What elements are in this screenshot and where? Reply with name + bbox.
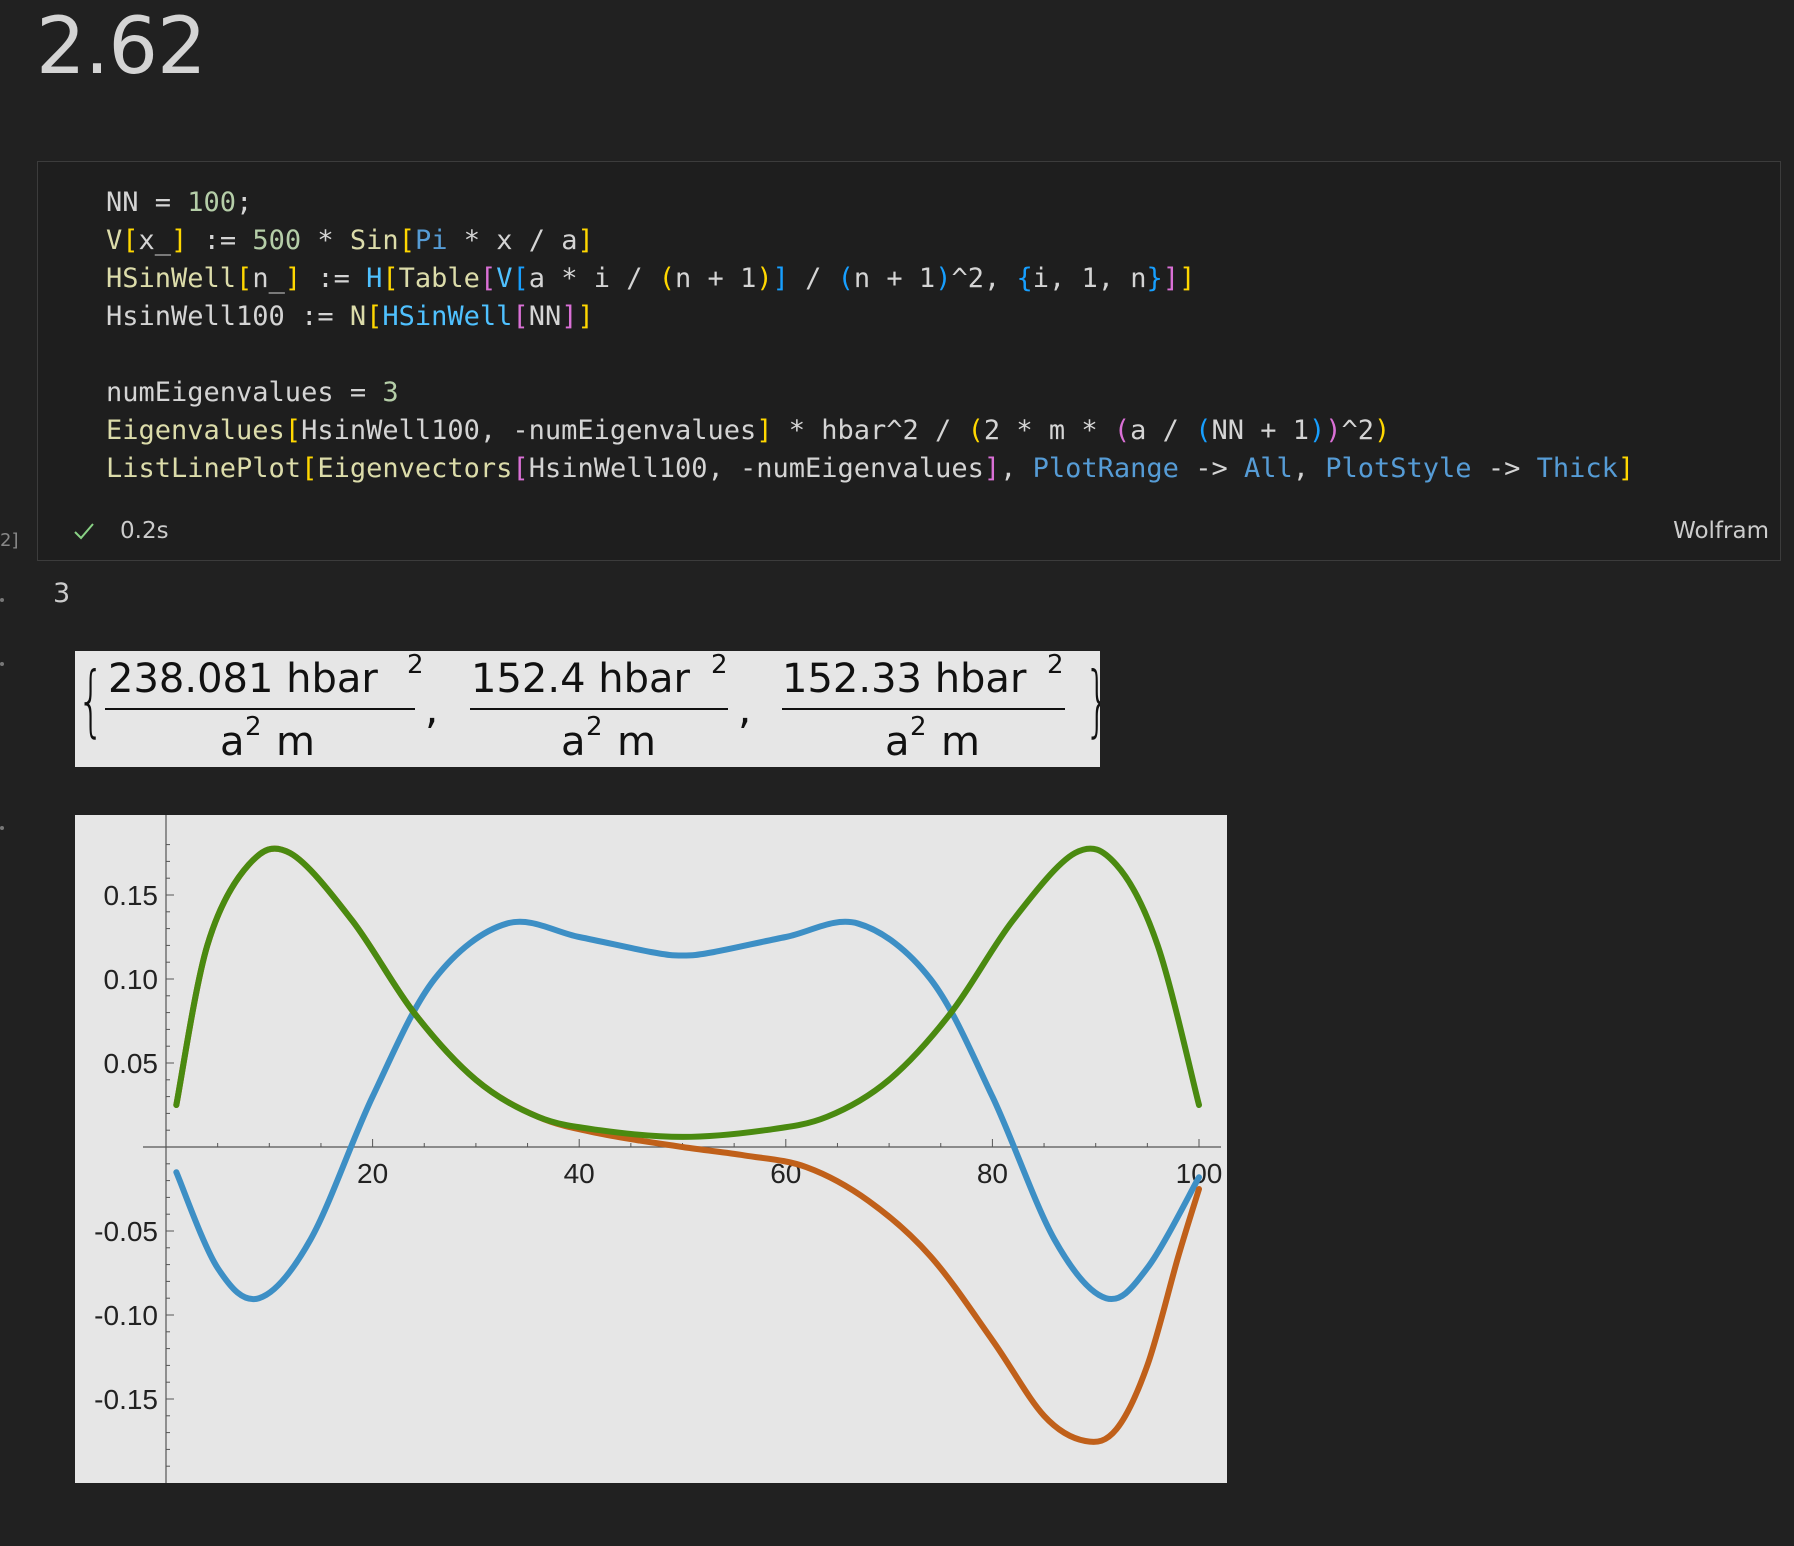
code-line-8: ListLinePlot[Eigenvectors[HsinWell100, -…: [106, 453, 1635, 484]
y-tick-label: 0.10: [104, 964, 159, 995]
x-tick-label: 100: [1176, 1158, 1223, 1189]
numerator-power: 2: [711, 651, 728, 680]
output-value: 3: [53, 578, 71, 609]
denominator-power: 2: [586, 712, 603, 742]
y-tick-label: 0.15: [104, 880, 159, 911]
code-line-1: NN = 100;: [106, 187, 253, 218]
code-cell[interactable]: NN = 100; V[x_] := 500 * Sin[Pi * x / a]…: [37, 161, 1781, 561]
code-editor[interactable]: NN = 100; V[x_] := 500 * Sin[Pi * x / a]…: [106, 184, 1634, 488]
eigenvalue-fraction: 152.33 hbar 2 a 2 m: [782, 651, 1065, 765]
eigenvalues-math: { } 238.081 hbar 2 a 2 m , 152.4 hbar 2 …: [77, 651, 1100, 765]
section-heading: 2.62: [36, 2, 207, 92]
cell-language-label[interactable]: Wolfram: [1673, 518, 1769, 544]
x-tick-label: 80: [977, 1158, 1008, 1189]
check-icon: [74, 523, 94, 540]
x-tick-label: 20: [357, 1158, 388, 1189]
y-tick-label: -0.05: [94, 1216, 158, 1247]
y-tick-label: -0.15: [94, 1384, 158, 1415]
y-tick-label: -0.10: [94, 1300, 158, 1331]
numerator: 152.4 hbar: [471, 656, 690, 702]
numerator: 152.33 hbar: [782, 656, 1027, 702]
numerator: 238.081 hbar: [108, 656, 378, 702]
denominator-power: 2: [245, 712, 262, 742]
y-tick-label: 0.05: [104, 1048, 159, 1079]
numerator-power: 2: [1047, 651, 1064, 680]
output-gutter-dot[interactable]: [0, 662, 4, 666]
code-line-2: V[x_] := 500 * Sin[Pi * x / a]: [106, 225, 594, 256]
denominator: a: [220, 719, 245, 765]
code-line-3: HSinWell[n_] := H[Table[V[a * i / (n + 1…: [106, 263, 1196, 294]
cell-status-bar: 0.2s Wolfram: [38, 504, 1780, 560]
series-line-3: [173, 845, 1202, 1140]
series-line-2: [173, 845, 1202, 1445]
code-line-6: numEigenvalues = 3: [106, 377, 399, 408]
open-brace: {: [77, 655, 104, 745]
denominator-m: m: [276, 719, 315, 765]
comma: ,: [738, 684, 751, 733]
code-line-4: HsinWell100 := N[HSinWell[NN]]: [106, 301, 594, 332]
plot-canvas: 20 40 60 80 1000.150.100.05-0.05-0.10-0.15: [94, 815, 1223, 1483]
denominator: a: [885, 719, 910, 765]
eigenvalue-fraction: 152.4 hbar 2 a 2 m: [470, 651, 728, 765]
x-tick-label: 40: [564, 1158, 595, 1189]
series-line-1: [173, 918, 1202, 1303]
eigenvalues-output: { } 238.081 hbar 2 a 2 m , 152.4 hbar 2 …: [75, 651, 1100, 767]
comma: ,: [425, 684, 438, 733]
code-line-7: Eigenvalues[HsinWell100, -numEigenvalues…: [106, 415, 1391, 446]
execution-time: 0.2s: [120, 518, 169, 544]
numerator-power: 2: [407, 651, 424, 680]
denominator-m: m: [941, 719, 980, 765]
output-gutter-dot[interactable]: [0, 826, 4, 830]
denominator: a: [561, 719, 586, 765]
output-gutter-dot[interactable]: [0, 598, 4, 602]
close-brace: }: [1084, 655, 1100, 745]
eigenvalue-fraction: 238.081 hbar 2 a 2 m: [105, 651, 424, 765]
execution-count: 2]: [0, 530, 19, 551]
denominator-m: m: [617, 719, 656, 765]
denominator-power: 2: [910, 712, 927, 742]
eigenvector-plot: 20 40 60 80 100 0.15 0.10 0.05 -0.05 -0.10 -0.15: [75, 815, 1227, 1483]
